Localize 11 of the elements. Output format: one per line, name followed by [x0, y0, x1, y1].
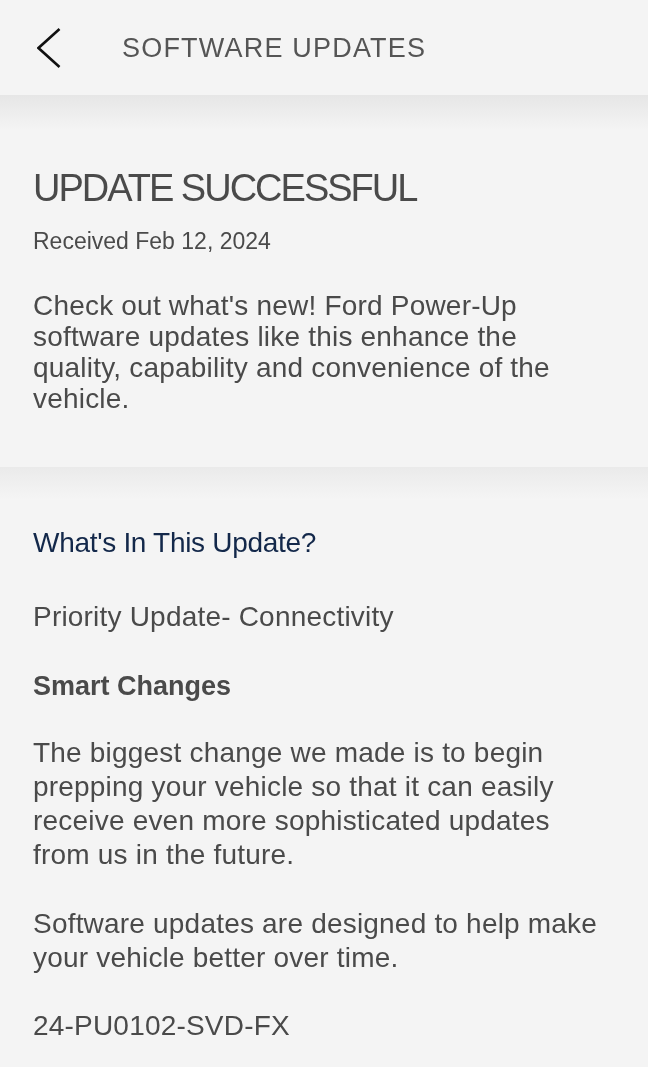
subheading: Smart Changes: [33, 671, 233, 701]
body-paragraph: Software updates are designed to help make your vehicle better over time.: [33, 907, 599, 975]
update-code: 24-PU0102-SVD-FX: [33, 1011, 291, 1041]
status-title: UPDATE SUCCESSFUL: [33, 166, 418, 210]
description-text: Check out what's new! Ford Power-Up software updates like this enhance the quality, capability and convenience of the vehicle.: [33, 290, 551, 414]
body-paragraph: The biggest change we made is to begin prepping your vehicle so that it can easily receive even more sophisticated updates from us in the future.: [33, 736, 555, 872]
update-name: Priority Update- Connectivity: [33, 602, 395, 632]
section-heading: What's In This Update?: [33, 527, 318, 559]
received-date: Received Feb 12, 2024: [33, 228, 272, 254]
page-title: SOFTWARE UPDATES: [122, 31, 427, 65]
back-icon[interactable]: [37, 27, 61, 68]
